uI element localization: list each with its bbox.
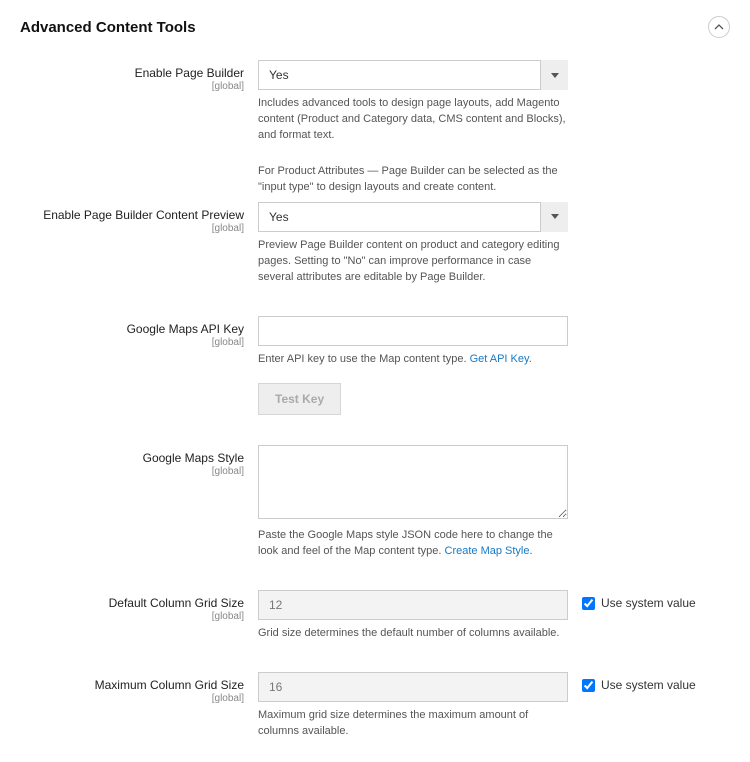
select-value: Yes: [258, 202, 568, 232]
enable-page-builder-label: Enable Page Builder: [135, 66, 244, 80]
field-note: Enter API key to use the Map content typ…: [258, 352, 568, 368]
field-note: Grid size determines the default number …: [258, 626, 568, 642]
create-map-style-link[interactable]: Create Map Style: [445, 545, 530, 557]
test-key-button[interactable]: Test Key: [258, 383, 341, 415]
max-grid-input: [258, 672, 568, 702]
maps-style-textarea[interactable]: [258, 445, 568, 519]
use-system-label: Use system value: [601, 596, 696, 610]
scope-label: [global]: [20, 693, 244, 704]
field-note: Maximum grid size determines the maximum…: [258, 708, 568, 740]
chevron-up-icon: [714, 24, 724, 30]
get-api-key-link[interactable]: Get API Key: [470, 353, 529, 365]
api-key-label: Google Maps API Key: [127, 322, 244, 336]
enable-preview-label: Enable Page Builder Content Preview: [43, 208, 244, 222]
maps-style-label: Google Maps Style: [143, 451, 244, 465]
field-note: Includes advanced tools to design page l…: [258, 96, 568, 144]
field-note: For Product Attributes — Page Builder ca…: [258, 164, 568, 196]
select-value: Yes: [258, 60, 568, 90]
default-grid-input: [258, 590, 568, 620]
field-note: Paste the Google Maps style JSON code he…: [258, 528, 568, 560]
field-note: Preview Page Builder content on product …: [258, 238, 568, 286]
scope-label: [global]: [20, 466, 244, 477]
enable-page-builder-select[interactable]: Yes: [258, 60, 568, 90]
scope-label: [global]: [20, 223, 244, 234]
scope-label: [global]: [20, 337, 244, 348]
scope-label: [global]: [20, 611, 244, 622]
api-key-input[interactable]: [258, 316, 568, 346]
enable-preview-select[interactable]: Yes: [258, 202, 568, 232]
scope-label: [global]: [20, 81, 244, 92]
default-grid-use-system-checkbox[interactable]: [582, 597, 595, 610]
default-grid-label: Default Column Grid Size: [109, 596, 244, 610]
section-title: Advanced Content Tools: [20, 19, 196, 36]
collapse-toggle[interactable]: [708, 16, 730, 38]
max-grid-label: Maximum Column Grid Size: [95, 678, 244, 692]
use-system-label: Use system value: [601, 678, 696, 692]
max-grid-use-system-checkbox[interactable]: [582, 679, 595, 692]
